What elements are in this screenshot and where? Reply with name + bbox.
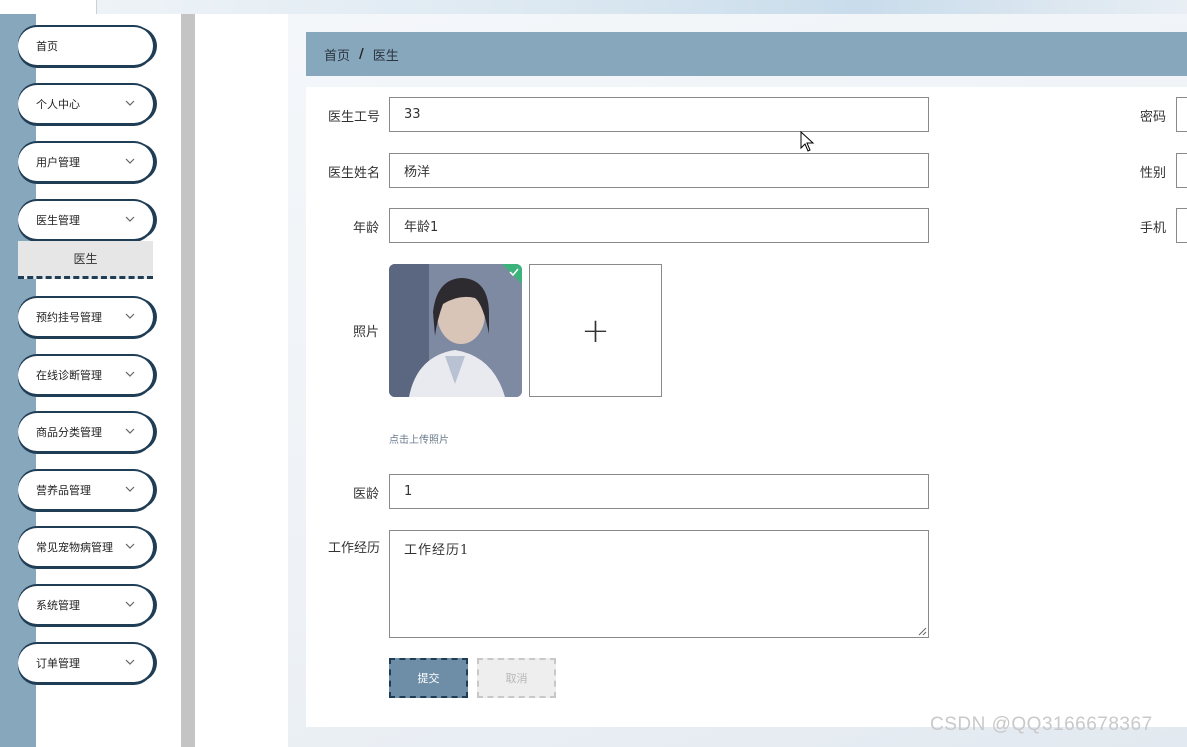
photo-label: 照片 [353,325,380,340]
sidebar-item-label: 订单管理 [36,657,80,670]
sidebar-item-1[interactable]: 个人中心 [18,85,153,123]
chevron-down-icon [125,601,135,607]
breadcrumb: 首页 / 医生 [306,32,1187,76]
sidebar-item-label: 用户管理 [36,156,80,169]
doctor-id-input[interactable]: 33 [389,97,929,132]
sidebar-item-label: 首页 [36,40,58,53]
sidebar-item-0[interactable]: 首页 [18,27,153,65]
gender-label: 性别 [1140,166,1167,181]
sidebar-item-2[interactable]: 用户管理 [18,143,153,181]
resize-grip-icon[interactable] [918,627,927,636]
plus-icon: + [581,310,610,351]
work-history-value: 工作经历1 [404,543,470,558]
doctor-photo-thumbnail[interactable] [389,264,522,397]
sidebar-item-10[interactable]: 订单管理 [18,644,153,682]
top-header-strip [96,0,1187,14]
sidebar-item-8[interactable]: 常见宠物病管理 [18,528,153,566]
sidebar-item-label: 个人中心 [36,98,80,111]
submit-button-label: 提交 [417,672,440,685]
chevron-down-icon [125,158,135,164]
chevron-down-icon [125,428,135,434]
doctor-name-label: 医生姓名 [328,166,381,181]
cancel-button-label: 取消 [505,672,528,685]
chevron-down-icon [125,543,135,549]
doctor-name-input[interactable]: 杨洋 [389,153,929,188]
mouse-cursor-icon [800,131,815,152]
age-label: 年龄 [353,221,380,236]
sidebar-item-9[interactable]: 系统管理 [18,586,153,624]
chevron-down-icon [125,216,135,222]
seniority-label: 医龄 [353,487,380,502]
photo-upload-button[interactable]: + [529,264,662,397]
submit-button[interactable]: 提交 [389,658,468,698]
doctor-photo-image [389,264,522,397]
sidebar-item-label: 系统管理 [36,599,80,612]
breadcrumb-separator: / [359,46,364,62]
sidebar-item-5[interactable]: 在线诊断管理 [18,356,153,394]
sidebar-subitem-label: 医生 [73,252,98,266]
age-input[interactable]: 年龄1 [389,208,929,243]
password-input[interactable] [1176,97,1187,132]
breadcrumb-current: 医生 [372,48,399,64]
phone-input[interactable] [1176,208,1187,243]
photo-upload-hint: 点击上传照片 [389,435,449,446]
phone-label: 手机 [1140,221,1167,236]
sidebar-item-label: 常见宠物病管理 [36,541,113,554]
chevron-down-icon [125,100,135,106]
cancel-button[interactable]: 取消 [477,658,556,698]
sidebar-item-label: 医生管理 [36,214,80,227]
work-history-textarea[interactable]: 工作经历1 [389,530,929,638]
top-left-blank [0,0,96,14]
doctor-id-label: 医生工号 [328,110,381,125]
work-history-label: 工作经历 [328,541,381,556]
breadcrumb-home[interactable]: 首页 [324,45,350,64]
sidebar-subitem-doctor[interactable]: 医生 [18,241,153,279]
sidebar-item-3[interactable]: 医生管理 [18,201,153,239]
chevron-down-icon [125,371,135,377]
sidebar-item-6[interactable]: 商品分类管理 [18,413,153,451]
watermark: CSDN @QQ3166678367 [930,714,1153,735]
age-value: 年龄1 [404,220,439,235]
gender-select[interactable] [1176,153,1187,188]
sidebar-item-label: 营养品管理 [36,484,91,497]
doctor-id-value: 33 [404,107,421,122]
sidebar-divider [181,14,195,747]
sidebar-item-7[interactable]: 营养品管理 [18,471,153,509]
chevron-down-icon [125,486,135,492]
chevron-down-icon [125,313,135,319]
sidebar-item-4[interactable]: 预约挂号管理 [18,298,153,336]
chevron-down-icon [125,659,135,665]
sidebar-item-label: 在线诊断管理 [36,369,102,382]
password-label: 密码 [1140,110,1167,125]
sidebar-item-label: 商品分类管理 [36,426,102,439]
doctor-name-value: 杨洋 [404,165,431,180]
seniority-input[interactable]: 1 [389,474,929,509]
sidebar-item-label: 预约挂号管理 [36,311,102,324]
seniority-value: 1 [404,484,413,499]
